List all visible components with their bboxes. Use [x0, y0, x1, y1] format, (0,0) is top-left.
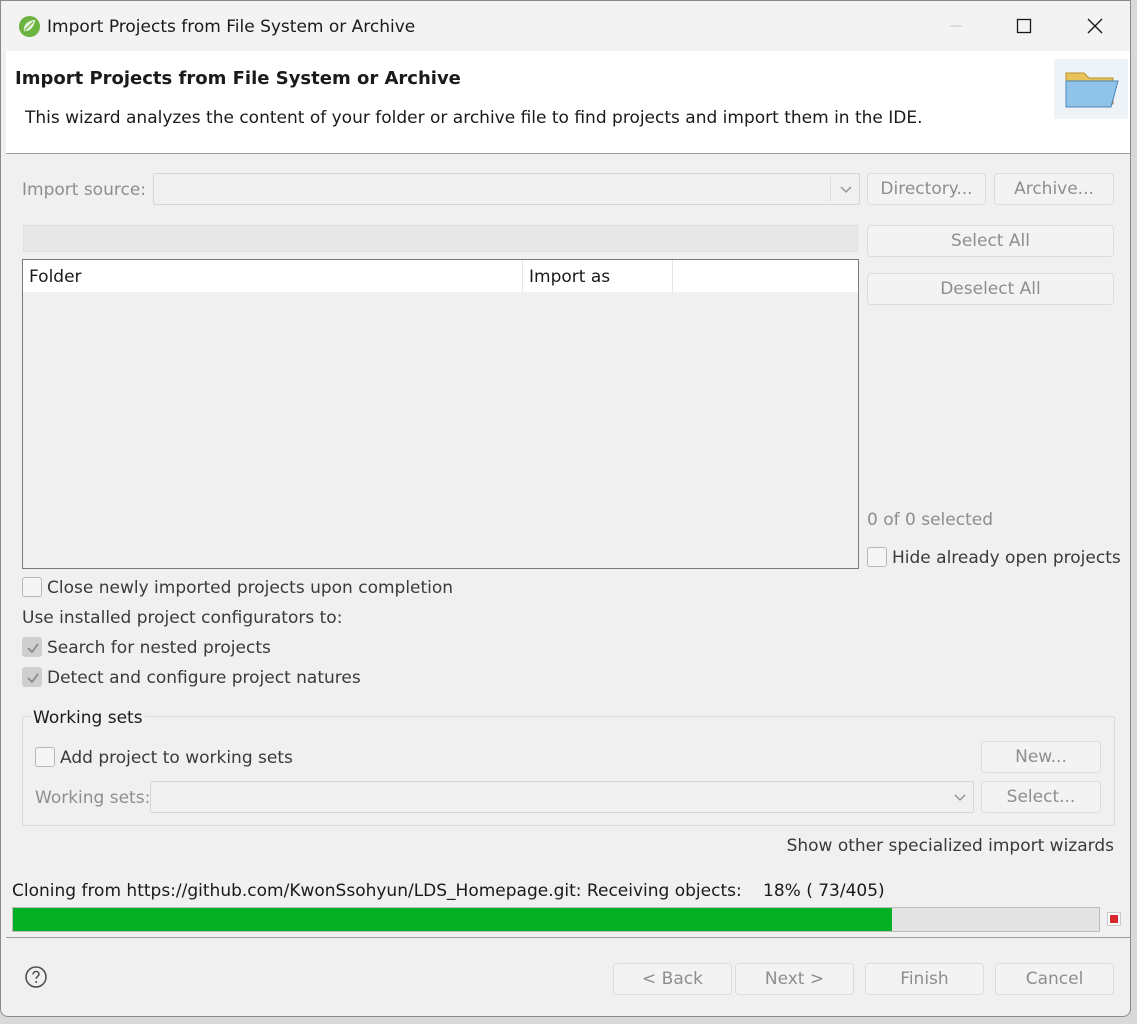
- column-folder[interactable]: Folder: [23, 260, 523, 292]
- maximize-button[interactable]: [989, 1, 1059, 51]
- hide-open-projects-label: Hide already open projects: [892, 548, 1121, 568]
- wizard-description: This wizard analyzes the content of your…: [25, 108, 923, 128]
- add-to-working-sets-checkbox[interactable]: [35, 747, 55, 767]
- progress-fill: [13, 908, 892, 931]
- working-sets-label: Working sets:: [35, 788, 151, 808]
- table-header: Folder Import as: [23, 260, 858, 292]
- footer-separator: [6, 937, 1130, 938]
- projects-table[interactable]: Folder Import as: [22, 259, 859, 569]
- selection-count: 0 of 0 selected: [867, 510, 993, 530]
- window-title: Import Projects from File System or Arch…: [47, 17, 416, 37]
- progress-bar: [12, 907, 1100, 932]
- close-newly-imported-label: Close newly imported projects upon compl…: [47, 578, 454, 598]
- import-source-label: Import source:: [22, 180, 147, 200]
- title-bar: Import Projects from File System or Arch…: [1, 1, 1130, 51]
- hide-open-projects-checkbox[interactable]: [867, 547, 887, 567]
- cancel-button[interactable]: Cancel: [995, 963, 1114, 995]
- select-working-sets-button[interactable]: Select...: [981, 781, 1101, 813]
- detect-natures-checkbox[interactable]: [22, 667, 42, 687]
- search-nested-checkbox[interactable]: [22, 637, 42, 657]
- stop-icon[interactable]: [1107, 912, 1121, 926]
- wizard-header: Import Projects from File System or Arch…: [6, 51, 1130, 154]
- progress-message: Cloning from https://github.com/KwonSsoh…: [12, 881, 742, 901]
- finish-button[interactable]: Finish: [865, 963, 984, 995]
- close-icon: [1087, 18, 1103, 34]
- new-working-set-button[interactable]: New...: [981, 741, 1101, 773]
- filter-field[interactable]: [23, 225, 858, 252]
- spring-leaf-icon: [18, 15, 41, 38]
- detect-natures-label: Detect and configure project natures: [47, 668, 361, 688]
- progress-percent: 18% ( 73/405): [763, 881, 885, 901]
- minimize-icon: [950, 25, 962, 27]
- working-sets-group-label: Working sets: [31, 708, 145, 728]
- back-button[interactable]: < Back: [613, 963, 732, 995]
- column-import-as-label: Import as: [529, 267, 611, 287]
- help-icon[interactable]: [24, 965, 48, 989]
- import-source-combo[interactable]: [153, 173, 860, 205]
- checkmark-icon: [27, 673, 39, 684]
- column-extra[interactable]: [673, 260, 858, 292]
- select-all-button[interactable]: Select All: [867, 225, 1114, 257]
- chevron-down-icon: [954, 794, 966, 801]
- column-folder-label: Folder: [29, 267, 82, 287]
- search-nested-label: Search for nested projects: [47, 638, 271, 658]
- deselect-all-button[interactable]: Deselect All: [867, 273, 1114, 305]
- wizard-title: Import Projects from File System or Arch…: [15, 68, 461, 89]
- folder-open-icon: [1054, 59, 1128, 119]
- archive-button[interactable]: Archive...: [994, 173, 1114, 205]
- import-dialog: Import Projects from File System or Arch…: [0, 0, 1131, 1017]
- checkmark-icon: [27, 643, 39, 654]
- working-sets-combo[interactable]: [150, 781, 974, 813]
- maximize-icon: [1016, 18, 1032, 34]
- specialized-wizards-link[interactable]: Show other specialized import wizards: [787, 836, 1114, 856]
- next-button[interactable]: Next >: [735, 963, 854, 995]
- minimize-button[interactable]: [921, 1, 991, 51]
- chevron-down-icon: [840, 186, 852, 193]
- add-to-working-sets-label: Add project to working sets: [60, 748, 293, 768]
- close-button[interactable]: [1060, 1, 1130, 51]
- directory-button[interactable]: Directory...: [867, 173, 986, 205]
- close-newly-imported-checkbox[interactable]: [22, 577, 42, 597]
- column-import-as[interactable]: Import as: [523, 260, 673, 292]
- configurators-label: Use installed project configurators to:: [22, 608, 343, 628]
